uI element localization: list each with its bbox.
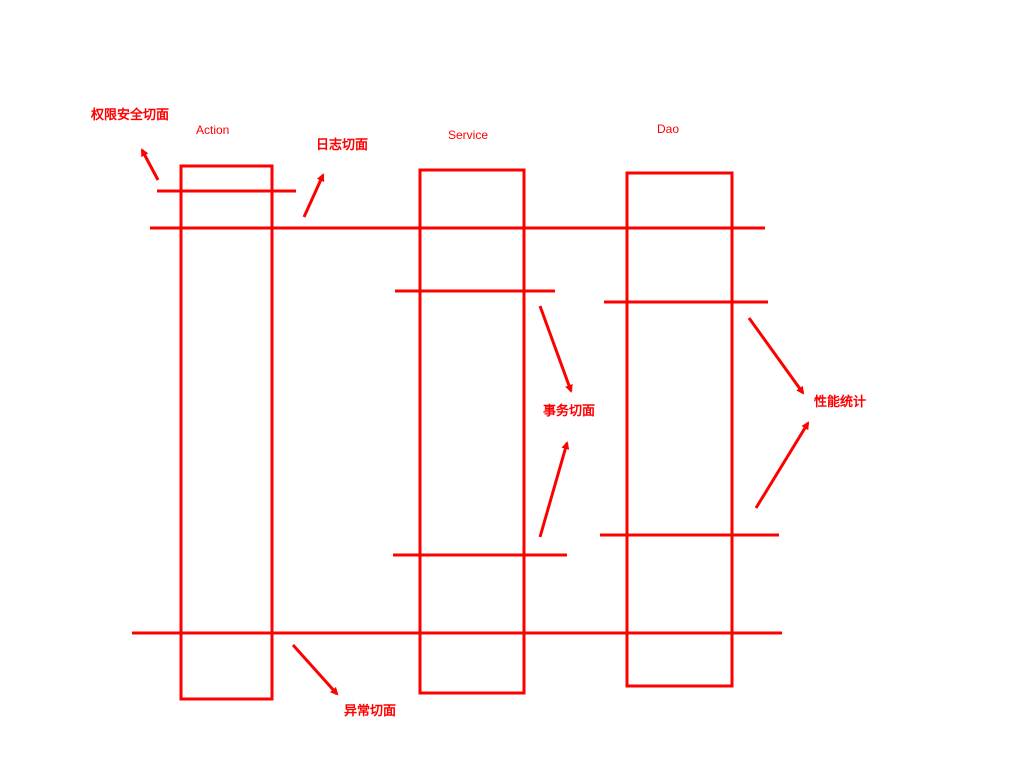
arrow-performance-top <box>747 317 805 395</box>
arrow-security <box>140 148 160 181</box>
arrow-performance-bottom <box>754 421 810 509</box>
arrow-transaction-bottom <box>538 441 570 538</box>
arrow-logging <box>302 173 325 218</box>
arrow-exception <box>291 643 339 696</box>
service-layer-label: Service <box>448 128 489 142</box>
arrow-transaction-top <box>538 305 573 393</box>
security-aspect-label: 权限安全切面 <box>91 108 170 123</box>
dao-layer-label: Dao <box>657 122 680 136</box>
performance-aspect-label: 性能统计 <box>814 395 867 410</box>
transaction-aspect-label: 事务切面 <box>543 404 596 419</box>
dao-layer-box <box>625 171 734 688</box>
action-layer-label: Action <box>196 123 230 137</box>
exception-aspect-label: 异常切面 <box>344 704 397 719</box>
service-layer-box <box>418 168 526 695</box>
action-layer-box <box>179 164 274 701</box>
logging-aspect-label: 日志切面 <box>316 138 369 153</box>
